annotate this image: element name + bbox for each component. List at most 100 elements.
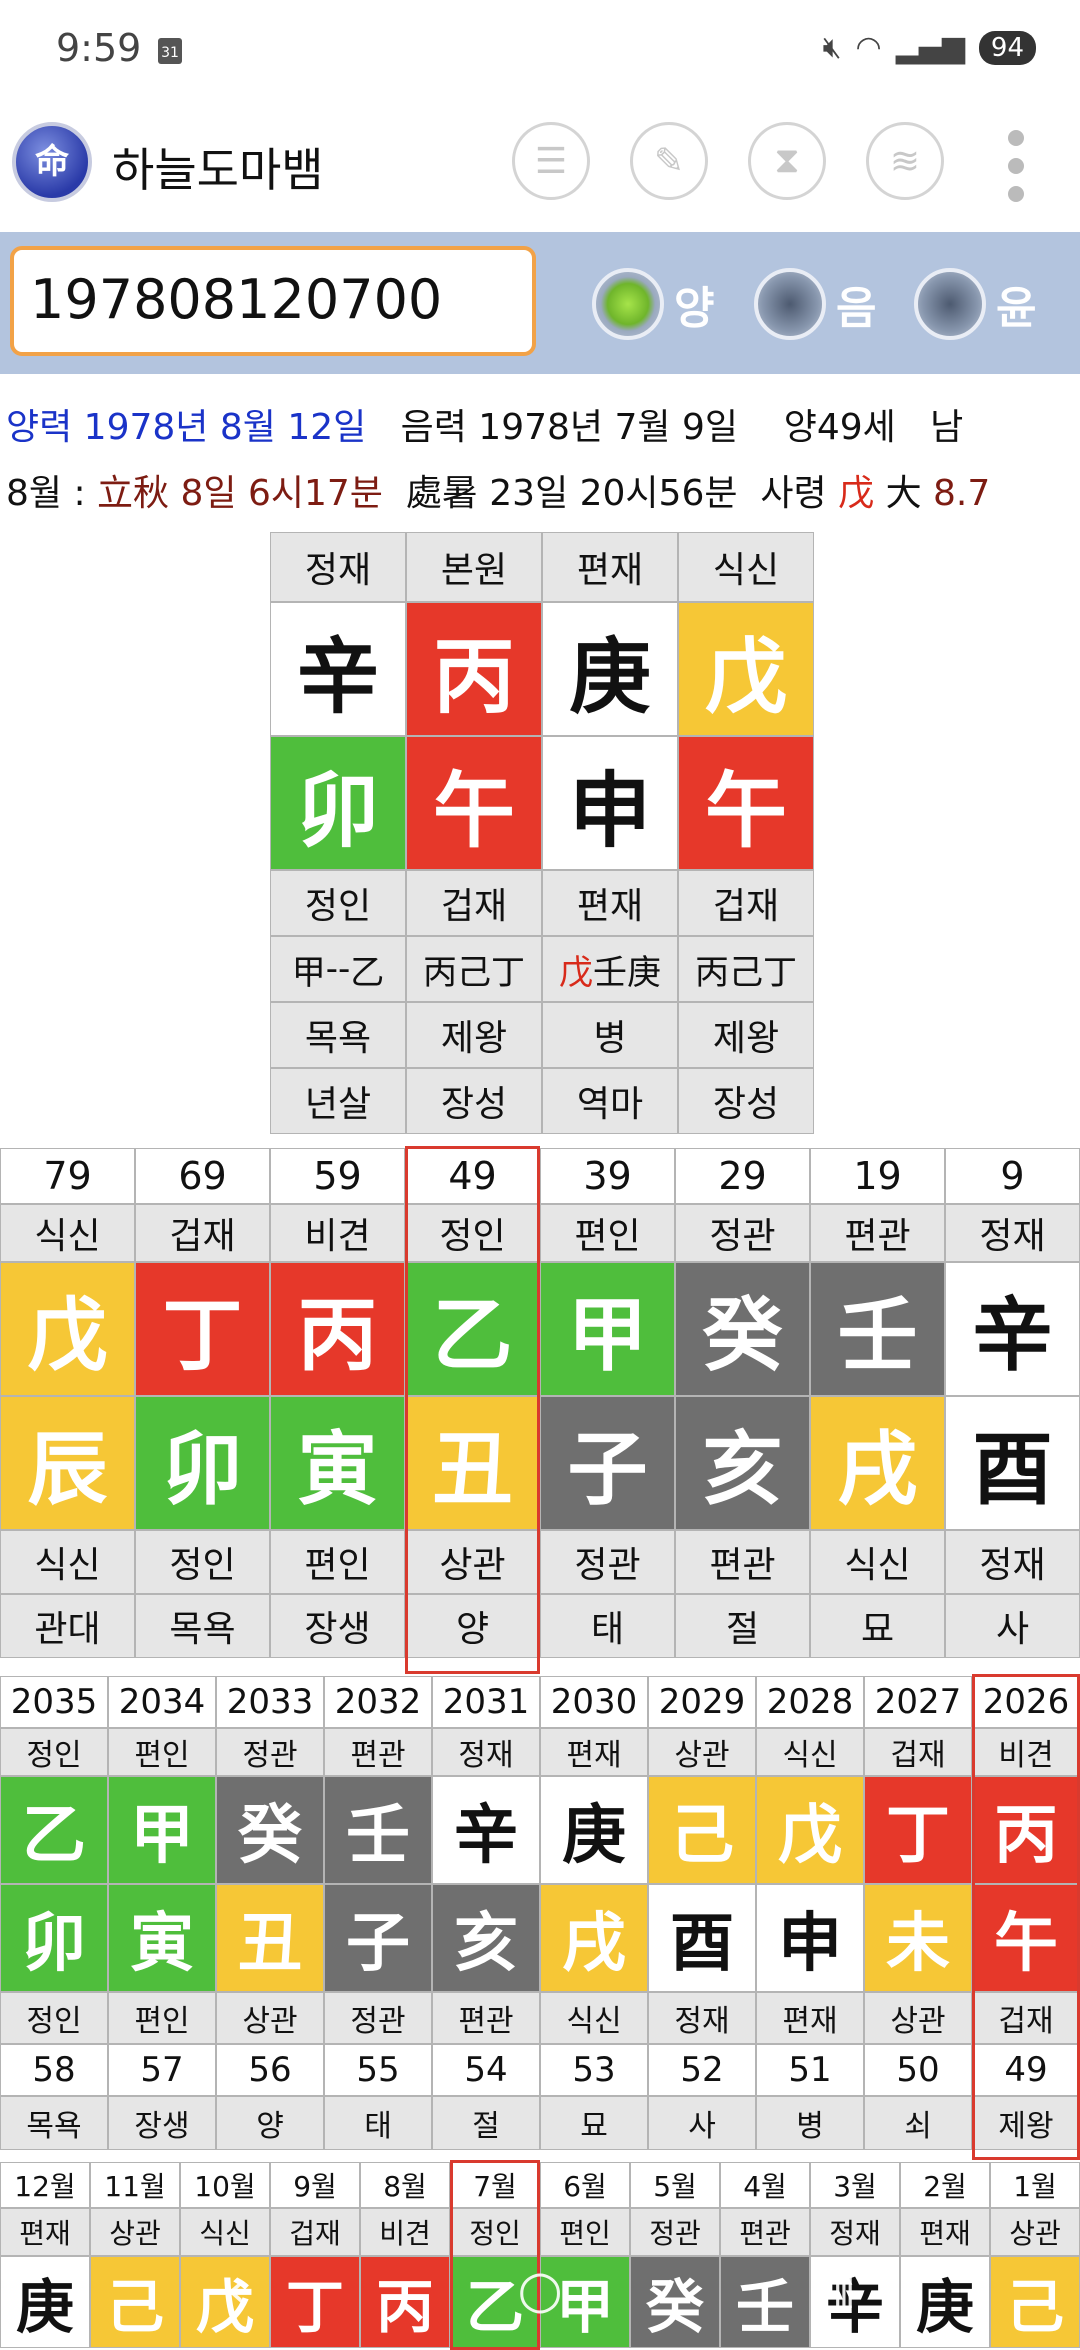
pillar-ten-god-top: 식신 xyxy=(678,532,814,602)
birth-datetime-input[interactable]: 197808120700 xyxy=(10,246,536,356)
year-branch[interactable]: 寅 xyxy=(108,1884,216,1992)
radio-dot-icon[interactable] xyxy=(754,268,826,340)
pillar-stem[interactable]: 丙 xyxy=(406,602,542,736)
four-pillars-grid: 정재 본원 편재 식신 辛丙庚戊卯午申午 정인 겁재 편재 겁재 甲 -- 乙丙己丁戊壬庚丙己丁 목욕 제… xyxy=(270,532,814,1134)
radio-leap[interactable]: 윤 xyxy=(914,268,1036,340)
month-stem[interactable]: 壬 xyxy=(720,2256,810,2348)
daeun-stem[interactable]: 戊 xyxy=(0,1262,135,1396)
daeun-ten-god-bottom: 정관 xyxy=(540,1530,675,1594)
app-logo-icon[interactable]: 命 xyxy=(12,122,92,202)
radio-lunar[interactable]: 음 xyxy=(754,268,876,340)
month-stem[interactable]: 乙 xyxy=(450,2256,540,2348)
daeun-branch[interactable]: 辰 xyxy=(0,1396,135,1530)
daeun-ten-god-bottom: 정인 xyxy=(135,1530,270,1594)
hourglass-icon[interactable]: ⧗ xyxy=(748,122,826,200)
month-label: 10월 xyxy=(180,2162,270,2208)
year-label: 2029 xyxy=(648,1676,756,1728)
year-stage: 제왕 xyxy=(972,2096,1080,2150)
year-label: 2033 xyxy=(216,1676,324,1728)
daeun-stem[interactable]: 乙 xyxy=(405,1262,540,1396)
daeun-ten-god-top: 정재 xyxy=(945,1204,1080,1262)
year-stem[interactable]: 癸 xyxy=(216,1776,324,1884)
pillar-branch[interactable]: 申 xyxy=(542,736,678,870)
year-stem[interactable]: 丙 xyxy=(972,1776,1080,1884)
year-stem[interactable]: 戊 xyxy=(756,1776,864,1884)
list-icon[interactable]: ☰ xyxy=(512,122,590,200)
month-stem[interactable]: 戊 xyxy=(180,2256,270,2348)
year-ten-god-top: 편관 xyxy=(324,1728,432,1776)
month-label: 9월 xyxy=(270,2162,360,2208)
year-stage: 장생 xyxy=(108,2096,216,2150)
database-icon[interactable]: ≋ xyxy=(866,122,944,200)
more-icon[interactable] xyxy=(1004,130,1028,202)
year-branch[interactable]: 卯 xyxy=(0,1884,108,1992)
pillar-branch[interactable]: 午 xyxy=(678,736,814,870)
calendar-icon: 31 xyxy=(158,38,182,64)
daeun-branch[interactable]: 戌 xyxy=(810,1396,945,1530)
month-stem[interactable]: 癸 xyxy=(630,2256,720,2348)
month-stem[interactable]: 己 xyxy=(990,2256,1080,2348)
month-stem[interactable]: 丙 xyxy=(360,2256,450,2348)
daeun-ten-god-top: 비견 xyxy=(270,1204,405,1262)
month-stem[interactable]: 庚 xyxy=(900,2256,990,2348)
year-branch[interactable]: 午 xyxy=(972,1884,1080,1992)
year-stem[interactable]: 甲 xyxy=(108,1776,216,1884)
pillar-stem[interactable]: 戊 xyxy=(678,602,814,736)
daeun-branch[interactable]: 酉 xyxy=(945,1396,1080,1530)
pillar-stem[interactable]: 辛 xyxy=(270,602,406,736)
year-stem[interactable]: 壬 xyxy=(324,1776,432,1884)
month-label: 5월 xyxy=(630,2162,720,2208)
daeun-branch[interactable]: 亥 xyxy=(675,1396,810,1530)
month-stem[interactable]: 甲 xyxy=(540,2256,630,2348)
daeun-stem[interactable]: 丙 xyxy=(270,1262,405,1396)
year-stem[interactable]: 庚 xyxy=(540,1776,648,1884)
year-ten-god-top: 상관 xyxy=(648,1728,756,1776)
pillar-branch[interactable]: 卯 xyxy=(270,736,406,870)
radio-dot-icon[interactable] xyxy=(592,268,664,340)
daeun-stem[interactable]: 壬 xyxy=(810,1262,945,1396)
hidden-stem: 壬 xyxy=(593,952,627,993)
pillar-twelve-spirit: 년살 xyxy=(270,1068,406,1134)
daeun-stage: 양 xyxy=(405,1594,540,1658)
pillar-stem[interactable]: 庚 xyxy=(542,602,678,736)
daeun-stage: 태 xyxy=(540,1594,675,1658)
daeun-stem[interactable]: 辛 xyxy=(945,1262,1080,1396)
month-stem[interactable]: 丁 xyxy=(270,2256,360,2348)
radio-leap-label: 윤 xyxy=(996,283,1037,334)
edit-icon[interactable]: ✎ xyxy=(630,122,708,200)
year-stem[interactable]: 辛 xyxy=(432,1776,540,1884)
year-stem[interactable]: 己 xyxy=(648,1776,756,1884)
year-stem[interactable]: 乙 xyxy=(0,1776,108,1884)
month-stem[interactable]: 辛 xyxy=(810,2256,900,2348)
pillar-twelve-stage: 제왕 xyxy=(406,1002,542,1068)
birth-info: 양력 1978년 8월 12일 음력 1978년 7월 9일 양49세 남 xyxy=(6,398,963,450)
year-ten-god-top: 정관 xyxy=(216,1728,324,1776)
daeun-stem[interactable]: 丁 xyxy=(135,1262,270,1396)
radio-dot-icon[interactable] xyxy=(914,268,986,340)
month-stem[interactable]: 己 xyxy=(90,2256,180,2348)
hidden-stems: 戊壬庚 xyxy=(542,936,678,1002)
year-branch[interactable]: 申 xyxy=(756,1884,864,1992)
daeun-branch[interactable]: 寅 xyxy=(270,1396,405,1530)
year-branch[interactable]: 丑 xyxy=(216,1884,324,1992)
year-branch[interactable]: 酉 xyxy=(648,1884,756,1992)
daeun-stem[interactable]: 癸 xyxy=(675,1262,810,1396)
hidden-stem: 丁 xyxy=(763,952,797,993)
daeun-stem[interactable]: 甲 xyxy=(540,1262,675,1396)
year-branch[interactable]: 未 xyxy=(864,1884,972,1992)
year-branch[interactable]: 子 xyxy=(324,1884,432,1992)
daeun-branch[interactable]: 卯 xyxy=(135,1396,270,1530)
daeun-branch[interactable]: 子 xyxy=(540,1396,675,1530)
year-branch[interactable]: 亥 xyxy=(432,1884,540,1992)
yearly-grid: 2035 2034 2033 2032 2031 2030 2029 2028 2027 2026… xyxy=(0,1676,1080,2150)
radio-solar[interactable]: 양 xyxy=(592,268,714,340)
pillar-twelve-spirit: 장성 xyxy=(406,1068,542,1134)
pillar-branch[interactable]: 午 xyxy=(406,736,542,870)
signal-icon: ▂▄▆ xyxy=(895,30,965,65)
month-label: 12월 xyxy=(0,2162,90,2208)
year-stem[interactable]: 丁 xyxy=(864,1776,972,1884)
year-age: 53 xyxy=(540,2044,648,2096)
month-stem[interactable]: 庚 xyxy=(0,2256,90,2348)
year-branch[interactable]: 戌 xyxy=(540,1884,648,1992)
daeun-branch[interactable]: 丑 xyxy=(405,1396,540,1530)
